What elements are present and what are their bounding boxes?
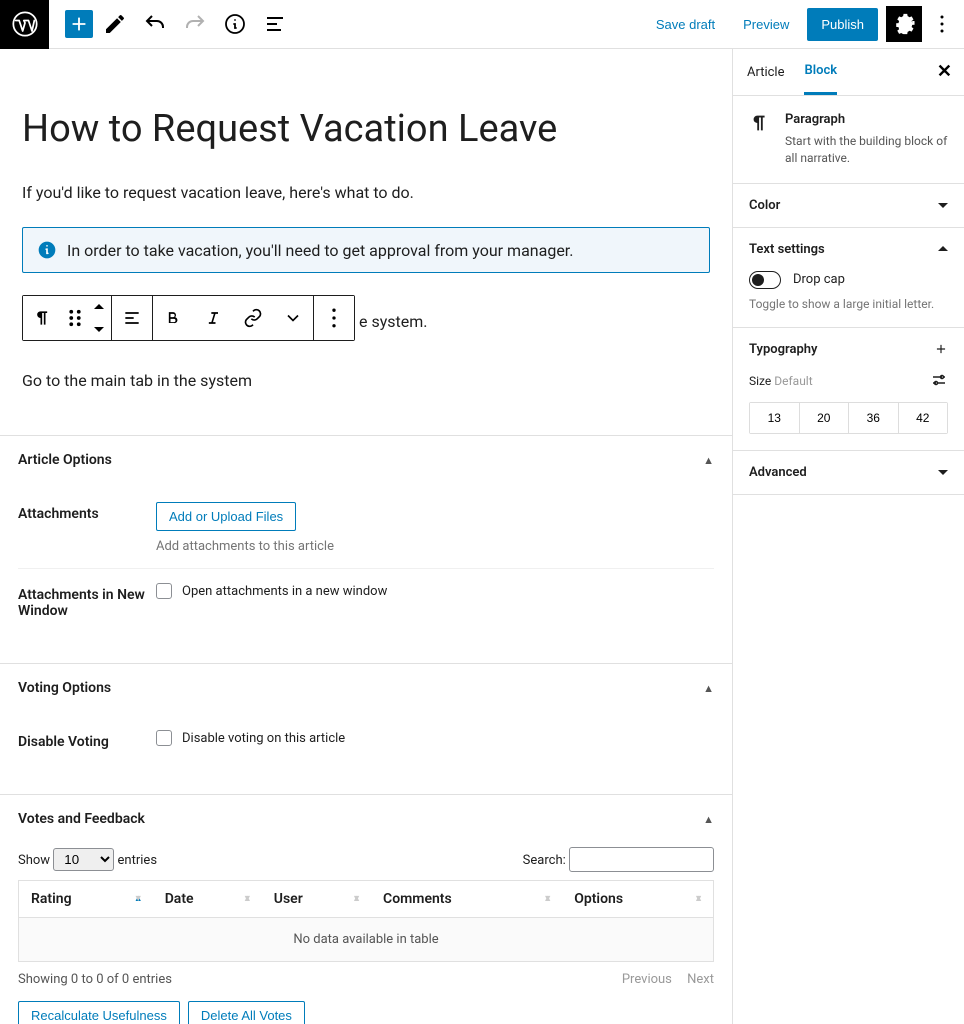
move-down-icon[interactable] <box>87 318 111 340</box>
close-sidebar-icon[interactable]: ✕ <box>937 61 952 82</box>
italic-icon[interactable] <box>193 296 233 340</box>
add-block-button[interactable] <box>65 10 93 38</box>
block-desc: Start with the building block of all nar… <box>785 133 948 167</box>
wp-logo[interactable] <box>0 0 49 49</box>
drop-cap-toggle[interactable] <box>749 271 781 289</box>
size-42[interactable]: 42 <box>899 403 948 433</box>
partial-text-behind: e system. <box>359 312 428 331</box>
collapse-icon: ▲ <box>703 454 714 467</box>
block-name: Paragraph <box>785 112 948 127</box>
publish-button[interactable]: Publish <box>807 8 878 41</box>
drop-cap-hint: Toggle to show a large initial letter. <box>749 297 948 311</box>
empty-row: No data available in table <box>19 918 714 962</box>
votes-feedback-panel: Votes and Feedback ▲ Show 10 entries Sea… <box>0 794 732 1024</box>
post-title[interactable]: How to Request Vacation Leave <box>22 107 710 151</box>
collapse-icon: ▲ <box>703 682 714 695</box>
new-window-checkbox[interactable] <box>156 583 172 599</box>
article-options-header[interactable]: Article Options ▲ <box>0 436 732 484</box>
redo-icon[interactable] <box>177 6 213 42</box>
paragraph-icon <box>749 112 771 167</box>
panel-title: Typography <box>749 342 818 357</box>
info-icon <box>37 240 57 260</box>
panel-title: Voting Options <box>18 680 111 696</box>
save-draft-button[interactable]: Save draft <box>646 11 725 38</box>
drop-cap-label: Drop cap <box>793 272 845 287</box>
previous-button[interactable]: Previous <box>622 972 672 987</box>
sliders-icon[interactable] <box>930 371 948 392</box>
collapse-icon: ▲ <box>703 813 714 826</box>
info-icon[interactable] <box>217 6 253 42</box>
panel-title: Votes and Feedback <box>18 811 145 827</box>
paragraph-line2[interactable]: Go to the main tab in the system <box>22 369 710 393</box>
show-label: Show <box>18 853 50 868</box>
votes-feedback-header[interactable]: Votes and Feedback ▲ <box>0 795 732 843</box>
block-toolbar <box>22 295 355 341</box>
size-36[interactable]: 36 <box>849 403 899 433</box>
attachments-hint: Add attachments to this article <box>156 539 714 554</box>
panel-title: Article Options <box>18 452 112 468</box>
delete-all-button[interactable]: Delete All Votes <box>188 1001 305 1024</box>
disable-voting-checkbox[interactable] <box>156 730 172 746</box>
entries-label: entries <box>118 853 158 868</box>
more-menu-icon[interactable] <box>930 6 954 42</box>
link-icon[interactable] <box>233 296 273 340</box>
edit-icon[interactable] <box>97 6 133 42</box>
outline-icon[interactable] <box>257 6 293 42</box>
typography-header[interactable]: Typography <box>733 328 964 371</box>
color-panel-header[interactable]: Color <box>733 184 964 227</box>
tab-block[interactable]: Block <box>804 49 837 95</box>
article-options-panel: Article Options ▲ Attachments Add or Upl… <box>0 435 732 663</box>
col-rating[interactable]: Rating▲▼ <box>19 881 153 918</box>
size-label: Size <box>749 374 771 388</box>
col-user[interactable]: User▲▼ <box>262 881 371 918</box>
entries-select[interactable]: 10 <box>53 848 114 871</box>
advanced-header[interactable]: Advanced <box>733 451 964 494</box>
move-up-icon[interactable] <box>87 296 111 318</box>
info-callout[interactable]: In order to take vacation, you'll need t… <box>22 227 710 273</box>
text-settings-header[interactable]: Text settings <box>733 228 964 271</box>
col-options[interactable]: Options▲▼ <box>562 881 713 918</box>
attachments-label: Attachments <box>18 502 156 522</box>
next-button[interactable]: Next <box>687 972 714 987</box>
info-text: In order to take vacation, you'll need t… <box>67 241 573 260</box>
settings-sidebar: Article Block ✕ Paragraph Start with the… <box>732 49 964 1024</box>
top-toolbar: Save draft Preview Publish <box>0 0 964 49</box>
settings-button[interactable] <box>886 6 922 42</box>
paragraph-intro[interactable]: If you'd like to request vacation leave,… <box>22 181 710 205</box>
panel-title: Text settings <box>749 242 825 257</box>
votes-table: Rating▲▼ Date▲▼ User▲▼ Comments▲▼ Option… <box>18 880 714 962</box>
recalculate-button[interactable]: Recalculate Usefulness <box>18 1001 180 1024</box>
size-13[interactable]: 13 <box>750 403 800 433</box>
new-window-text: Open attachments in a new window <box>182 584 387 599</box>
drag-handle-icon[interactable] <box>63 296 87 340</box>
block-more-icon[interactable] <box>314 296 354 340</box>
voting-options-header[interactable]: Voting Options ▲ <box>0 664 732 712</box>
voting-options-panel: Voting Options ▲ Disable Voting Disable … <box>0 663 732 794</box>
paragraph-type-icon[interactable] <box>23 296 63 340</box>
preview-button[interactable]: Preview <box>733 11 799 38</box>
chevron-down-icon[interactable] <box>273 296 313 340</box>
disable-voting-label: Disable Voting <box>18 730 156 750</box>
size-20[interactable]: 20 <box>800 403 850 433</box>
size-default: Default <box>774 374 812 388</box>
undo-icon[interactable] <box>137 6 173 42</box>
disable-voting-text: Disable voting on this article <box>182 731 345 746</box>
search-label: Search: <box>523 853 566 868</box>
new-window-label: Attachments in New Window <box>18 583 156 619</box>
chevron-up-icon <box>938 244 948 254</box>
panel-title: Advanced <box>749 465 807 480</box>
chevron-down-icon <box>938 467 948 477</box>
align-icon[interactable] <box>112 296 152 340</box>
col-date[interactable]: Date▲▼ <box>153 881 262 918</box>
table-info: Showing 0 to 0 of 0 entries <box>18 972 172 987</box>
bold-icon[interactable] <box>153 296 193 340</box>
add-upload-button[interactable]: Add or Upload Files <box>156 502 296 531</box>
search-input[interactable] <box>569 847 714 872</box>
col-comments[interactable]: Comments▲▼ <box>371 881 562 918</box>
chevron-down-icon <box>938 200 948 210</box>
panel-title: Color <box>749 198 780 213</box>
plus-icon[interactable] <box>934 342 948 356</box>
tab-article[interactable]: Article <box>747 51 784 94</box>
editor-canvas: How to Request Vacation Leave If you'd l… <box>0 49 732 1024</box>
